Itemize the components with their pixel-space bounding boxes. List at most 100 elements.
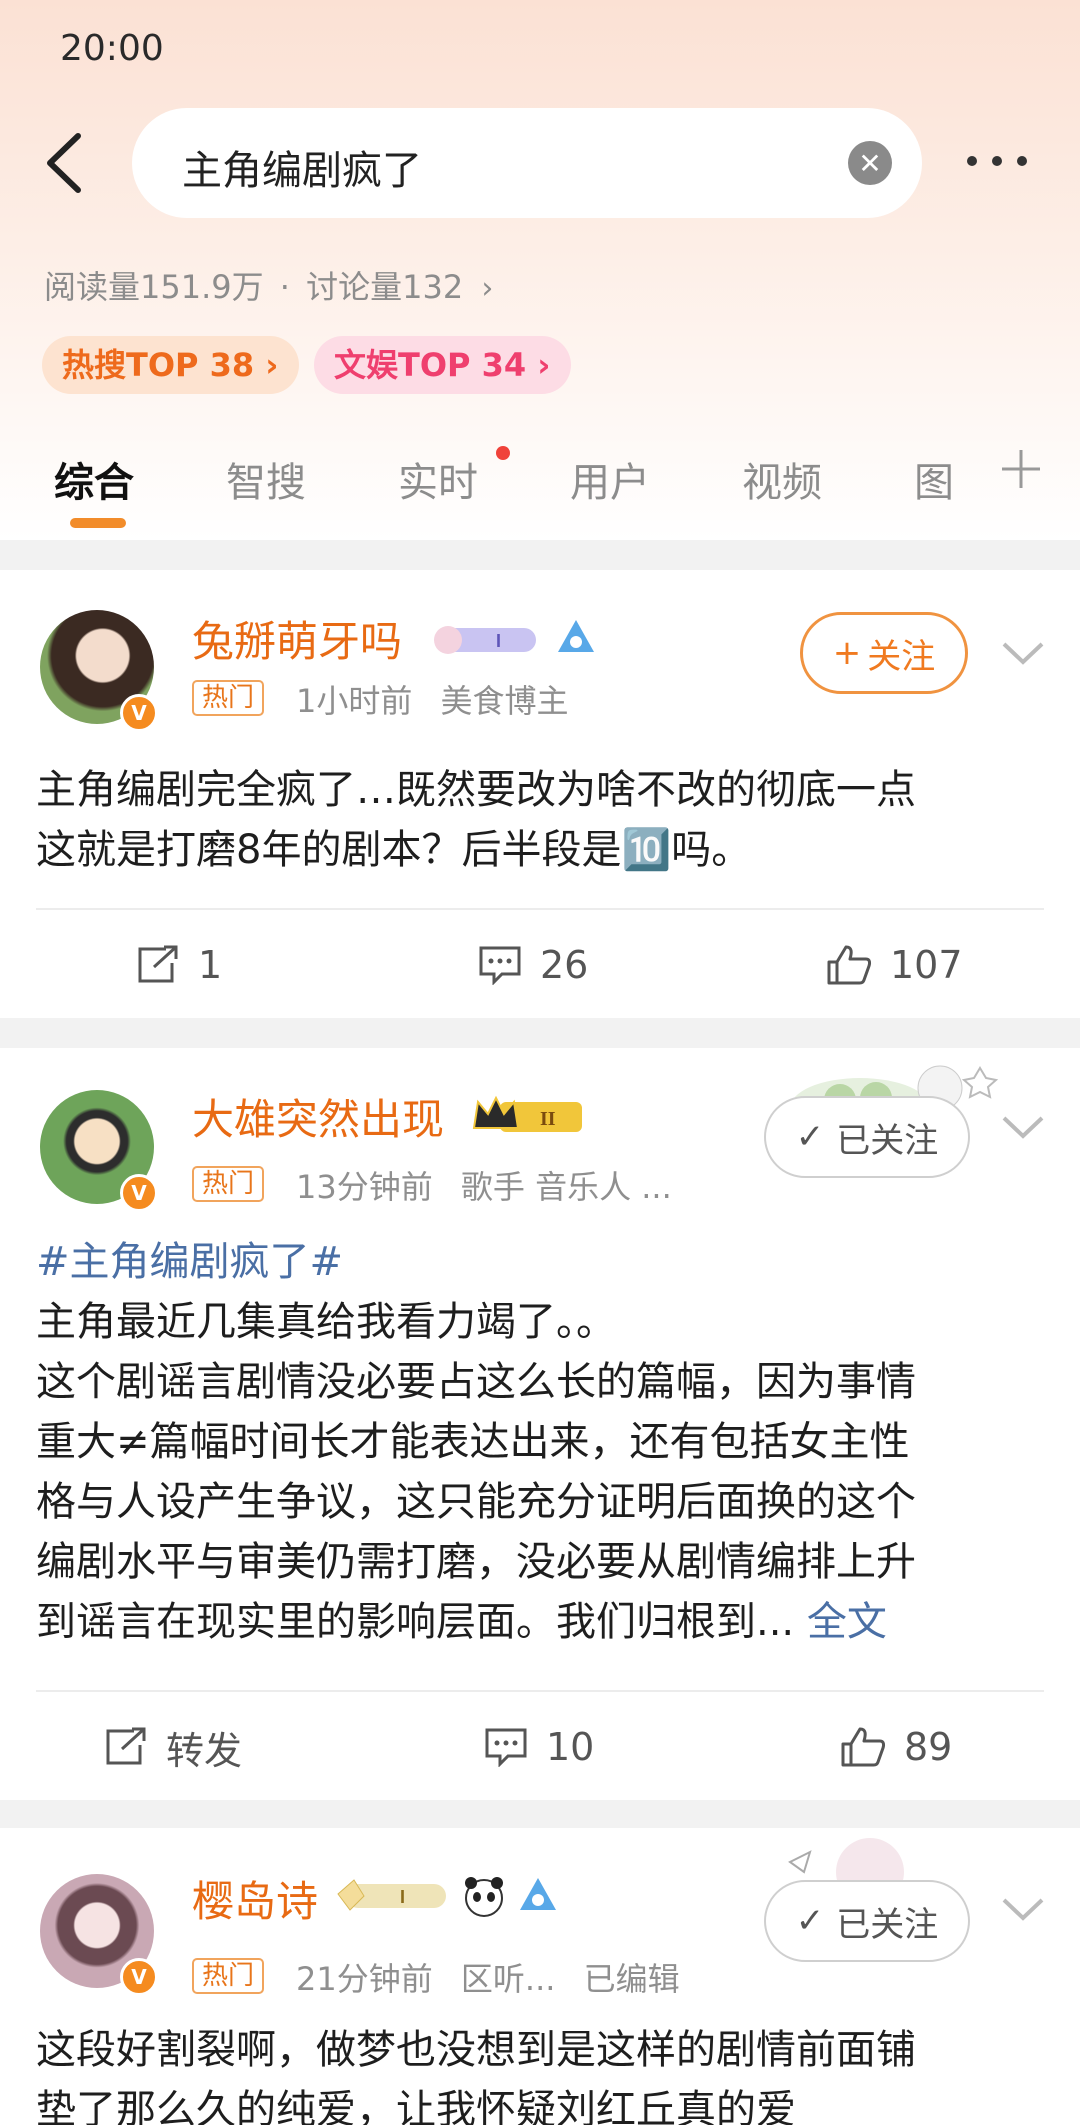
like-count: 107 <box>890 943 963 987</box>
user-description: 歌手 音乐人 ... <box>460 1168 672 1206</box>
tab-comprehensive[interactable]: 综合 <box>54 450 134 508</box>
svg-text:II: II <box>540 1108 556 1130</box>
hot-tag: 热门 <box>192 1166 265 1202</box>
vip-crown-badge-icon: II <box>472 1095 582 1132</box>
repost-button[interactable]: 1 <box>136 920 222 1010</box>
verified-badge-icon: V <box>120 1174 158 1212</box>
hot-tag: 热门 <box>192 1958 265 1994</box>
hot-search-rank-tag[interactable]: 热搜TOP 38 › <box>42 336 299 394</box>
panda-badge-icon <box>465 1877 503 1917</box>
check-icon: ✓ <box>795 1901 825 1941</box>
search-input[interactable]: 主角编剧疯了 ✕ <box>132 108 922 218</box>
post-time: 1小时前 <box>296 682 413 720</box>
clear-search-icon[interactable]: ✕ <box>848 141 892 185</box>
add-tab-icon[interactable] <box>1000 448 1042 490</box>
post-body[interactable]: #主角编剧疯了# 主角最近几集真给我看力竭了。。 这个剧谣言剧情没必要占这么长的… <box>36 1232 1046 1652</box>
plus-icon: + <box>832 633 862 673</box>
username[interactable]: 兔掰萌牙吗 <box>192 608 402 669</box>
topic-stats[interactable]: 阅读量151.9万 · 讨论量132 › <box>44 262 493 308</box>
followed-label: 已关注 <box>836 1904 939 1945</box>
hot-tag: 热门 <box>192 680 265 716</box>
svg-text:I: I <box>496 631 501 651</box>
username[interactable]: 大雄突然出现 <box>192 1086 444 1147</box>
post-text-line: 这段好割裂啊，做梦也没想到是这样的剧情前面铺 <box>36 2027 916 2073</box>
post-actions: 1 26 107 <box>0 920 1080 1010</box>
post-meta: 1小时前 美食博主 <box>296 676 587 722</box>
post-text-line: 主角最近几集真给我看力竭了。。 <box>36 1299 616 1345</box>
comment-button[interactable]: 26 <box>478 920 588 1010</box>
back-arrow-icon[interactable] <box>40 128 90 198</box>
post-card: V 樱岛诗 I 热门 21分钟前 区听... 已编辑 ✓ 已关注 这段好割裂啊，… <box>0 1828 1080 2125</box>
entertainment-rank-tag[interactable]: 文娱TOP 34 › <box>314 336 571 394</box>
full-text-link[interactable]: 全文 <box>807 1599 887 1645</box>
post-text-line: 格与人设产生争议，这只能充分证明后面换的这个 <box>36 1479 916 1525</box>
post-text-line: 编剧水平与审美仍需打磨，没必要从剧情编排上升 <box>36 1539 916 1585</box>
post-actions: 转发 10 89 <box>0 1702 1080 1792</box>
like-button[interactable]: 107 <box>826 920 963 1010</box>
hashtag-link[interactable]: #主角编剧疯了# <box>36 1232 1046 1292</box>
post-card: V 兔掰萌牙吗 I 热门 1小时前 美食博主 + 关注 主角编剧完全疯了…既然要… <box>0 570 1080 1018</box>
divider <box>36 908 1044 910</box>
divider <box>36 1690 1044 1692</box>
chevron-right-icon: › <box>481 271 494 306</box>
member-level-badge-icon: I <box>337 1879 446 1911</box>
post-meta: 21分钟前 区听... 已编辑 <box>296 1954 698 2000</box>
like-count: 89 <box>904 1725 953 1769</box>
user-description: 区听... <box>460 1960 556 1998</box>
follow-label: 关注 <box>867 636 936 677</box>
followed-button[interactable]: ✓ 已关注 <box>764 1880 970 1962</box>
post-text-line: 这就是打磨8年的剧本？后半段是🔟吗。 <box>36 827 752 873</box>
status-time: 20:00 <box>60 28 164 69</box>
comment-button[interactable]: 10 <box>484 1702 594 1792</box>
user-description: 美食博主 <box>440 682 569 720</box>
active-tab-indicator <box>70 518 126 528</box>
tab-realtime[interactable]: 实时 <box>398 450 478 508</box>
post-text-line: 垫了那么久的纯爱，让我怀疑刘红丘真的爱 <box>36 2087 796 2125</box>
tab-videos[interactable]: 视频 <box>742 450 822 508</box>
post-text-line: 重大≠篇幅时间长才能表达出来，还有包括女主性 <box>36 1419 910 1465</box>
repost-label: 转发 <box>166 1728 243 1773</box>
comment-count: 10 <box>546 1725 595 1769</box>
post-time: 13分钟前 <box>296 1168 433 1206</box>
post-body[interactable]: 主角编剧完全疯了…既然要改为啥不改的彻底一点 这就是打磨8年的剧本？后半段是🔟吗… <box>36 760 1046 880</box>
post-text-line: 到谣言在现实里的影响层面。我们归根到... <box>36 1599 795 1645</box>
repost-count: 1 <box>198 943 223 987</box>
post-text-line: 这个剧谣言剧情没必要占这么长的篇幅，因为事情 <box>36 1359 916 1405</box>
followed-label: 已关注 <box>836 1120 939 1161</box>
like-button[interactable]: 89 <box>840 1702 952 1792</box>
comment-icon <box>485 1728 527 1767</box>
repost-button[interactable]: 转发 <box>104 1702 242 1792</box>
fan-badge-icon <box>520 1878 556 1910</box>
verified-badge-icon: V <box>120 694 158 732</box>
repost-icon <box>138 945 178 983</box>
post-text-line: 主角编剧完全疯了…既然要改为啥不改的彻底一点 <box>36 767 916 813</box>
followed-button[interactable]: ✓ 已关注 <box>764 1096 970 1178</box>
tab-users[interactable]: 用户 <box>570 450 650 508</box>
verified-badge-icon: V <box>120 1958 158 1996</box>
tab-smart-search[interactable]: 智搜 <box>226 450 306 508</box>
chevron-down-icon[interactable] <box>1000 1894 1046 1924</box>
thumbs-up-icon <box>841 1727 886 1767</box>
comment-icon <box>479 946 521 985</box>
post-body[interactable]: 这段好割裂啊，做梦也没想到是这样的剧情前面铺 垫了那么久的纯爱，让我怀疑刘红丘真… <box>36 2020 1046 2125</box>
tab-images[interactable]: 图 <box>914 450 954 508</box>
post-time: 21分钟前 <box>296 1960 433 1998</box>
member-level-badge-icon: I <box>434 626 536 654</box>
check-icon: ✓ <box>795 1117 825 1157</box>
username[interactable]: 樱岛诗 <box>192 1868 318 1929</box>
read-count: 阅读量151.9万 <box>44 268 264 306</box>
search-query: 主角编剧疯了 <box>182 148 422 194</box>
thumbs-up-icon <box>827 945 872 985</box>
tab-bar: 综合 智搜 实时 用户 视频 图 <box>0 430 1080 540</box>
repost-icon <box>106 1727 146 1765</box>
stats-separator: · <box>279 268 290 306</box>
follow-button[interactable]: + 关注 <box>800 612 968 694</box>
chevron-down-icon[interactable] <box>1000 638 1046 668</box>
chevron-down-icon[interactable] <box>1000 1112 1046 1142</box>
comment-count: 26 <box>540 943 589 987</box>
edited-indicator: 已编辑 <box>583 1960 680 1998</box>
svg-text:I: I <box>400 1887 405 1907</box>
post-meta: 13分钟前 歌手 音乐人 ... <box>296 1162 690 1208</box>
post-card: V 大雄突然出现 II 热门 13分钟前 歌手 音乐人 ... ✓ 已关注 #主… <box>0 1048 1080 1800</box>
more-options-icon[interactable] <box>962 150 1032 172</box>
